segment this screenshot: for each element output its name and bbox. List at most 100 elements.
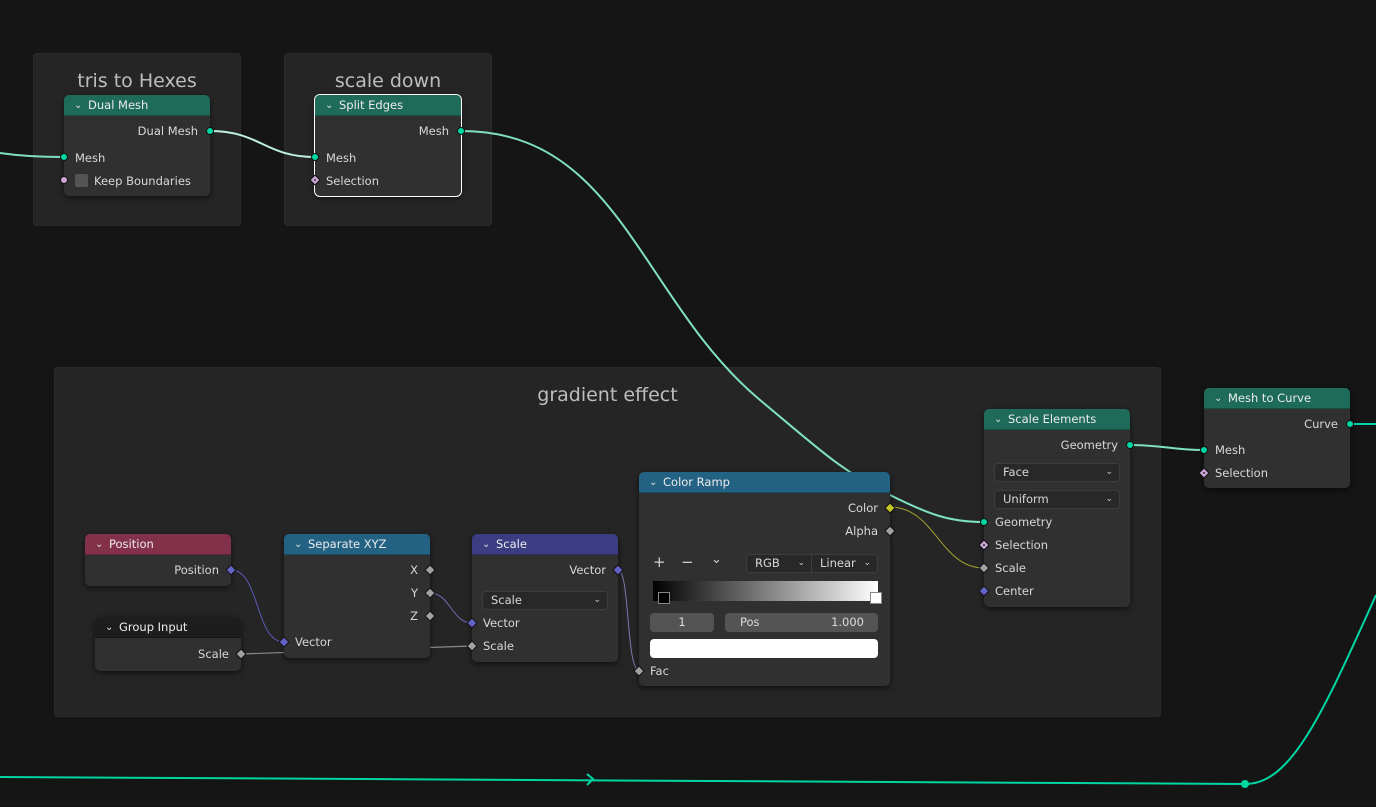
chevron-down-icon: ⌄ — [797, 558, 805, 568]
link-splitedges-to-scaleelements[interactable] — [460, 130, 985, 523]
color-stop-0[interactable] — [658, 592, 670, 604]
node-title: Group Input — [119, 620, 188, 634]
input-mesh: Mesh — [315, 149, 461, 167]
node-split-edges[interactable]: ⌄ Split Edges Mesh Mesh Selection — [309, 95, 465, 196]
reroute-point[interactable] — [1241, 780, 1249, 788]
socket-input-mesh[interactable] — [60, 153, 68, 161]
link-incoming-mesh[interactable] — [0, 152, 65, 158]
output-position: Position — [85, 561, 231, 579]
node-title: Split Edges — [339, 98, 404, 112]
add-stop-button[interactable]: + — [653, 553, 666, 571]
field-value: 1 — [678, 615, 686, 629]
node-title: Mesh to Curve — [1228, 391, 1312, 405]
input-geometry: Geometry — [984, 513, 1130, 531]
node-title: Scale Elements — [1008, 412, 1097, 426]
collapse-chevron-icon[interactable]: ⌄ — [74, 100, 88, 111]
color-stop-1[interactable] — [870, 592, 882, 604]
node-title: Scale — [496, 537, 527, 551]
chevron-down-icon: ⌄ — [593, 595, 601, 605]
active-stop-index-field[interactable]: 1 — [650, 613, 714, 632]
node-title: Separate XYZ — [308, 537, 387, 551]
node-header[interactable]: ⌄ Position — [85, 534, 231, 555]
color-ramp-gradient[interactable] — [653, 581, 878, 601]
node-header[interactable]: ⌄ Split Edges — [315, 95, 461, 116]
node-title: Color Ramp — [663, 475, 730, 489]
node-header[interactable]: ⌄ Scale — [472, 534, 618, 555]
socket-label: Z — [410, 609, 418, 623]
dropdown-value: Scale — [491, 593, 522, 607]
node-header[interactable]: ⌄ Scale Elements — [984, 409, 1130, 430]
socket-label: Center — [995, 584, 1034, 598]
node-group-input[interactable]: ⌄ Group Input Scale — [95, 617, 247, 671]
node-header[interactable]: ⌄ Group Input — [95, 617, 241, 638]
field-value: 1.000 — [831, 615, 864, 629]
socket-input-geometry[interactable] — [980, 518, 988, 526]
socket-output-mesh[interactable] — [457, 127, 465, 135]
input-center: Center — [984, 582, 1130, 600]
chevron-down-icon: ⌄ — [1105, 494, 1113, 504]
collapse-chevron-icon[interactable]: ⌄ — [994, 414, 1008, 425]
node-header[interactable]: ⌄ Dual Mesh — [64, 95, 210, 116]
socket-label: Keep Boundaries — [94, 174, 191, 188]
collapse-chevron-icon[interactable]: ⌄ — [482, 539, 496, 550]
output-y: Y — [284, 584, 430, 602]
input-keep-boundaries: Keep Boundaries — [64, 172, 210, 190]
keep-boundaries-checkbox[interactable] — [75, 174, 88, 187]
socket-input-keep-boundaries[interactable] — [60, 176, 68, 184]
node-header[interactable]: ⌄ Color Ramp — [639, 472, 890, 493]
scale-mode-dropdown[interactable]: Uniform ⌄ — [994, 490, 1120, 509]
interpolation-dropdown[interactable]: Linear ⌄ — [811, 554, 878, 573]
output-z: Z — [284, 607, 430, 625]
remove-stop-button[interactable]: − — [681, 553, 694, 571]
color-mode-dropdown[interactable]: RGB ⌄ — [746, 554, 812, 573]
socket-input-mesh[interactable] — [1200, 446, 1208, 454]
input-mesh: Mesh — [1204, 441, 1350, 459]
collapse-chevron-icon[interactable]: ⌄ — [649, 477, 663, 488]
node-scale-elements[interactable]: ⌄ Scale Elements Geometry Face ⌄ Uniform… — [978, 409, 1134, 607]
socket-label: Dual Mesh — [137, 124, 198, 138]
node-dual-mesh[interactable]: ⌄ Dual Mesh Dual Mesh Mesh Keep Boundari… — [60, 95, 214, 196]
link-vector-to-fac[interactable] — [617, 569, 640, 671]
collapse-chevron-icon[interactable]: ⌄ — [1214, 393, 1228, 404]
node-position[interactable]: ⌄ Position Position — [85, 534, 237, 586]
output-scale: Scale — [95, 645, 241, 663]
node-separate-xyz[interactable]: ⌄ Separate XYZ X Y Z Vector — [278, 534, 436, 658]
socket-input-mesh[interactable] — [311, 153, 319, 161]
socket-label: Geometry — [995, 515, 1053, 529]
output-mesh: Mesh — [315, 122, 461, 140]
socket-output-dual-mesh[interactable] — [206, 127, 214, 135]
socket-label: Mesh — [1215, 443, 1246, 457]
dropdown-value: RGB — [755, 556, 780, 570]
socket-label: Scale — [198, 647, 229, 661]
socket-label: Mesh — [75, 151, 106, 165]
stop-position-field[interactable]: Pos 1.000 — [725, 613, 878, 632]
field-label: Pos — [740, 615, 760, 629]
node-vector-scale[interactable]: ⌄ Scale Vector Scale ⌄ Vector Scale — [466, 534, 624, 662]
input-selection: Selection — [984, 536, 1130, 554]
domain-dropdown[interactable]: Face ⌄ — [994, 463, 1120, 482]
node-color-ramp[interactable]: ⌄ Color Ramp Color Alpha + − ⌄ RGB ⌄ Lin… — [633, 472, 896, 686]
collapse-chevron-icon[interactable]: ⌄ — [325, 100, 339, 111]
socket-label: Y — [410, 586, 418, 600]
active-stop-color-swatch[interactable] — [650, 639, 878, 658]
link-dualmesh-to-splitedges[interactable] — [209, 130, 316, 158]
link-scaleelements-to-meshtocurve[interactable] — [1129, 444, 1205, 451]
socket-label: Selection — [995, 538, 1048, 552]
node-mesh-to-curve[interactable]: ⌄ Mesh to Curve Curve Mesh Selection — [1198, 388, 1354, 488]
socket-output-geometry[interactable] — [1126, 441, 1134, 449]
socket-label: Selection — [1215, 466, 1268, 480]
input-vector: Vector — [472, 614, 618, 632]
collapse-chevron-icon[interactable]: ⌄ — [105, 622, 119, 633]
link-y-to-vector[interactable] — [429, 592, 473, 624]
socket-output-curve[interactable] — [1346, 420, 1354, 428]
input-selection: Selection — [315, 172, 461, 190]
collapse-chevron-icon[interactable]: ⌄ — [95, 539, 109, 550]
operation-dropdown[interactable]: Scale ⌄ — [482, 591, 608, 610]
socket-label: Mesh — [326, 151, 357, 165]
ramp-menu-chevron-icon[interactable]: ⌄ — [711, 552, 722, 567]
node-header[interactable]: ⌄ Mesh to Curve — [1204, 388, 1350, 409]
node-header[interactable]: ⌄ Separate XYZ — [284, 534, 430, 555]
input-selection: Selection — [1204, 464, 1350, 482]
collapse-chevron-icon[interactable]: ⌄ — [294, 539, 308, 550]
node-title: Dual Mesh — [88, 98, 149, 112]
